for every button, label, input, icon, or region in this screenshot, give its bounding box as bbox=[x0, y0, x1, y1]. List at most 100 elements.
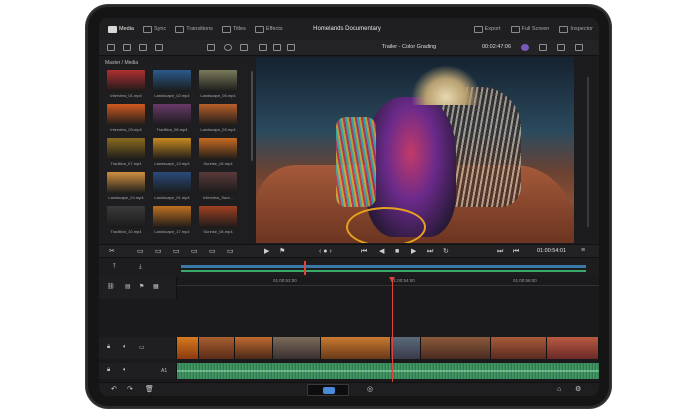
import-icon[interactable] bbox=[123, 44, 131, 51]
media-clip[interactable]: Landscape_05.mp4 bbox=[199, 70, 237, 100]
speaker-icon[interactable]: 🔈︎ bbox=[123, 367, 127, 374]
media-clip[interactable]: Interview_Sunr... bbox=[199, 172, 237, 202]
lock-icon[interactable]: 🔒︎ bbox=[107, 344, 110, 351]
tool-icon-4[interactable]: ▭ bbox=[191, 248, 198, 255]
zoom-icon[interactable]: ▤ bbox=[125, 283, 131, 290]
tool-icon-2[interactable]: ▭ bbox=[155, 248, 162, 255]
video-clip[interactable] bbox=[491, 337, 547, 359]
cut-page-icon bbox=[323, 387, 335, 394]
viewer-mode-icon[interactable] bbox=[287, 44, 295, 51]
grid-view-icon[interactable] bbox=[207, 44, 215, 51]
module-label: Effects bbox=[265, 26, 283, 32]
transform-icon[interactable] bbox=[539, 44, 547, 51]
metadata-icon[interactable] bbox=[155, 44, 163, 51]
timeline-playhead[interactable] bbox=[389, 277, 395, 382]
video-clip[interactable] bbox=[547, 337, 599, 359]
bin-icon[interactable] bbox=[107, 44, 115, 51]
color-mode-icon[interactable] bbox=[521, 44, 529, 51]
media-clip[interactable]: Sunrise_04.mp4 bbox=[199, 138, 237, 168]
color-page-icon[interactable]: ◎ bbox=[367, 386, 373, 393]
clip-thumbnail bbox=[199, 172, 237, 194]
settings-icon[interactable]: ⚙ bbox=[575, 386, 581, 393]
monitor-icon[interactable]: ▭ bbox=[139, 344, 145, 351]
tool-icon-3[interactable]: ▭ bbox=[173, 248, 180, 255]
list-view-icon[interactable] bbox=[139, 44, 147, 51]
overview-playhead bbox=[304, 261, 306, 275]
module-transitions[interactable]: Transitions bbox=[175, 25, 213, 33]
video-track-header: 🔒︎ 🔈︎ ▭ bbox=[99, 337, 177, 359]
media-clip[interactable]: Landscape_13.mp4 bbox=[153, 138, 191, 168]
fullscreen-button[interactable]: Full Screen bbox=[510, 25, 549, 33]
link-icon[interactable]: ⛓ bbox=[107, 283, 115, 290]
media-clip[interactable]: Landscape_01.mp4 bbox=[153, 172, 191, 202]
module-effects[interactable]: Effects bbox=[254, 25, 283, 33]
media-clip[interactable]: Landscape_03.mp4 bbox=[199, 104, 237, 134]
sort-icon[interactable] bbox=[240, 44, 248, 51]
module-media[interactable]: Media bbox=[108, 25, 134, 33]
media-clip[interactable]: Interview_01.mp4 bbox=[107, 70, 145, 100]
clip-view-icon[interactable] bbox=[259, 44, 267, 51]
titles-icon bbox=[221, 25, 231, 33]
module-label: Transitions bbox=[186, 26, 213, 32]
snap-icon[interactable]: ⤒ bbox=[113, 264, 116, 271]
play-icon[interactable]: ▶ bbox=[411, 248, 416, 255]
menu-icon[interactable]: ≡ bbox=[581, 247, 585, 254]
lock-icon[interactable]: 🔒︎ bbox=[107, 367, 110, 374]
speaker-icon[interactable]: 🔈︎ bbox=[123, 344, 127, 351]
search-icon[interactable] bbox=[224, 44, 232, 51]
render-icon[interactable]: ▶ bbox=[264, 248, 269, 255]
next-edit-icon[interactable]: ⏮ bbox=[513, 248, 519, 255]
export-button[interactable]: Export bbox=[473, 25, 501, 33]
audio-volume-icon[interactable] bbox=[575, 44, 583, 51]
layout-icon[interactable] bbox=[273, 44, 281, 51]
module-sync[interactable]: Sync bbox=[142, 25, 166, 33]
stop-icon[interactable]: ■ bbox=[395, 248, 399, 255]
video-clip[interactable] bbox=[321, 337, 391, 359]
loop-icon[interactable]: ↻ bbox=[443, 248, 449, 255]
reverse-icon[interactable]: ◀ bbox=[379, 248, 384, 255]
jog-icon[interactable]: ‹ ● › bbox=[319, 248, 332, 255]
timeline-overview[interactable]: ⤒ ⤓ bbox=[99, 259, 599, 277]
flag-icon[interactable]: ⚑ bbox=[139, 283, 144, 290]
media-clip[interactable]: Landscape_02.mp4 bbox=[153, 70, 191, 100]
cut-page-tab[interactable] bbox=[307, 384, 349, 396]
tool-icon-6[interactable]: ▭ bbox=[227, 248, 234, 255]
tool-icon-1[interactable]: ▭ bbox=[137, 248, 144, 255]
media-clip[interactable]: Tradition_10.mp4 bbox=[107, 206, 145, 236]
ripple-icon[interactable]: ⤓ bbox=[139, 264, 142, 271]
home-icon[interactable]: ⌂ bbox=[557, 386, 561, 393]
delete-icon[interactable]: 🗑︎ bbox=[145, 386, 154, 393]
media-clip[interactable]: Interview_03.mp4 bbox=[107, 104, 145, 134]
video-track[interactable] bbox=[177, 337, 599, 359]
prev-edit-icon[interactable]: ⏭ bbox=[497, 248, 503, 255]
media-clip[interactable]: Landscape_17.mp4 bbox=[153, 206, 191, 236]
module-titles[interactable]: Titles bbox=[221, 25, 246, 33]
marker-icon[interactable]: ⚑ bbox=[279, 248, 285, 255]
crop-icon[interactable] bbox=[557, 44, 565, 51]
inspector-button[interactable]: Inspector bbox=[559, 25, 593, 33]
video-clip[interactable] bbox=[199, 337, 235, 359]
timeline-tools-header: ⛓ ▤ ⚑ ▦ bbox=[99, 277, 177, 299]
timeline[interactable]: ⛓ ▤ ⚑ ▦ 01:00:52:00 01:00:54:00 01:00:56… bbox=[99, 277, 599, 382]
video-clip[interactable] bbox=[421, 337, 491, 359]
video-viewer[interactable] bbox=[256, 57, 574, 243]
redo-icon[interactable]: ↷ bbox=[127, 386, 133, 393]
track-height-icon[interactable]: ▦ bbox=[153, 283, 159, 290]
skip-start-icon[interactable]: ⏮ bbox=[361, 248, 367, 255]
clip-thumbnail bbox=[107, 104, 145, 126]
media-clip[interactable]: Tradition_06.mp4 bbox=[153, 104, 191, 134]
media-clip[interactable]: Tradition_07.mp4 bbox=[107, 138, 145, 168]
video-clip[interactable] bbox=[235, 337, 273, 359]
media-clip[interactable]: Landscape_24.mp4 bbox=[107, 172, 145, 202]
tool-icon-5[interactable]: ▭ bbox=[209, 248, 216, 255]
video-clip[interactable] bbox=[391, 337, 421, 359]
inspector-icon bbox=[559, 25, 569, 33]
media-scrollbar[interactable] bbox=[251, 71, 253, 161]
skip-end-icon[interactable]: ⏭ bbox=[427, 248, 433, 255]
video-clip[interactable] bbox=[177, 337, 199, 359]
audio-track[interactable] bbox=[177, 363, 599, 379]
blade-icon[interactable]: ✂ bbox=[109, 248, 115, 255]
media-clip[interactable]: Sunrise_04.mp4 bbox=[199, 206, 237, 236]
undo-icon[interactable]: ↶ bbox=[111, 386, 117, 393]
video-clip[interactable] bbox=[273, 337, 321, 359]
